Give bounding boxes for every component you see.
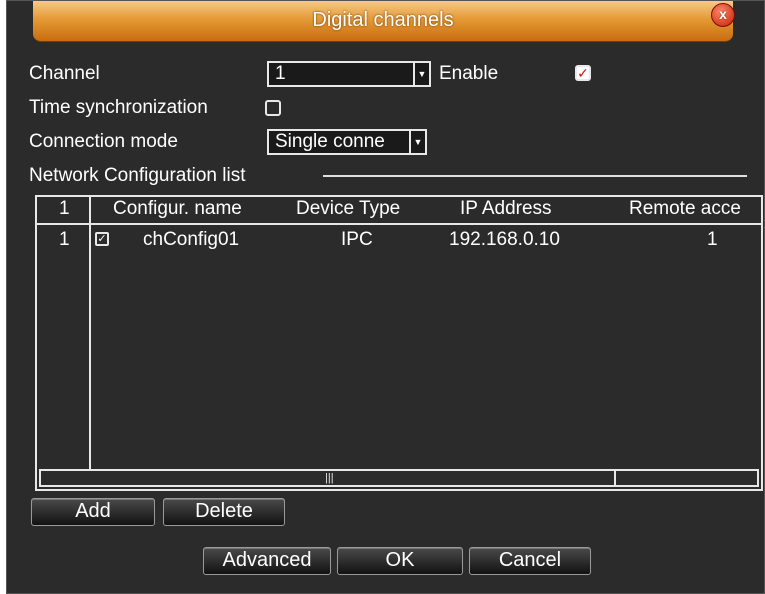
digital-channels-dialog: Digital channels x Channel 1 ▼ Enable ✓ … <box>6 0 765 594</box>
network-config-table[interactable]: 1 Configur. name Device Type IP Address … <box>35 195 763 491</box>
connection-mode-select[interactable]: Single conne ▼ <box>267 129 427 155</box>
connection-mode-value: Single conne <box>275 131 385 152</box>
col-ip-header[interactable]: IP Address <box>460 198 552 220</box>
dialog-title: Digital channels <box>312 9 454 31</box>
network-list-label: Network Configuration list <box>29 165 246 186</box>
connection-mode-label: Connection mode <box>29 131 178 152</box>
column-divider <box>89 197 91 469</box>
channel-select-value: 1 <box>275 63 286 84</box>
enable-label: Enable <box>439 63 499 84</box>
row-index: 1 <box>59 229 70 250</box>
row-config-name: chConfig01 <box>143 229 240 250</box>
col-device-type-header[interactable]: Device Type <box>296 198 400 220</box>
group-divider <box>323 175 747 177</box>
chevron-down-icon[interactable]: ▼ <box>413 63 429 85</box>
add-button[interactable]: Add <box>31 498 155 526</box>
time-sync-checkbox[interactable] <box>265 100 281 116</box>
table-header: 1 Configur. name Device Type IP Address … <box>37 197 761 225</box>
col-remote-header[interactable]: Remote acce <box>629 198 741 220</box>
scrollbar-thumb[interactable]: ||| <box>41 471 616 485</box>
time-sync-label: Time synchronization <box>29 97 208 118</box>
close-icon[interactable]: x <box>711 3 735 27</box>
channel-label: Channel <box>29 63 100 84</box>
col-index-header[interactable]: 1 <box>59 198 70 220</box>
channel-select[interactable]: 1 ▼ <box>267 61 431 87</box>
row-remote: 1 <box>707 229 718 250</box>
row-device-type: IPC <box>341 229 373 250</box>
cancel-button[interactable]: Cancel <box>469 547 591 575</box>
advanced-button[interactable]: Advanced <box>203 547 331 575</box>
dialog-title-bar: Digital channels x <box>33 1 735 42</box>
row-checkbox[interactable]: ✓ <box>95 232 109 246</box>
delete-button[interactable]: Delete <box>163 498 285 526</box>
scroll-grip-icon: ||| <box>325 472 334 484</box>
enable-checkbox[interactable]: ✓ <box>575 65 591 81</box>
row-ip-address: 192.168.0.10 <box>449 229 560 250</box>
horizontal-scrollbar[interactable]: ||| <box>39 469 759 487</box>
col-name-header[interactable]: Configur. name <box>113 198 242 220</box>
chevron-down-icon[interactable]: ▼ <box>409 131 425 153</box>
ok-button[interactable]: OK <box>337 547 463 575</box>
